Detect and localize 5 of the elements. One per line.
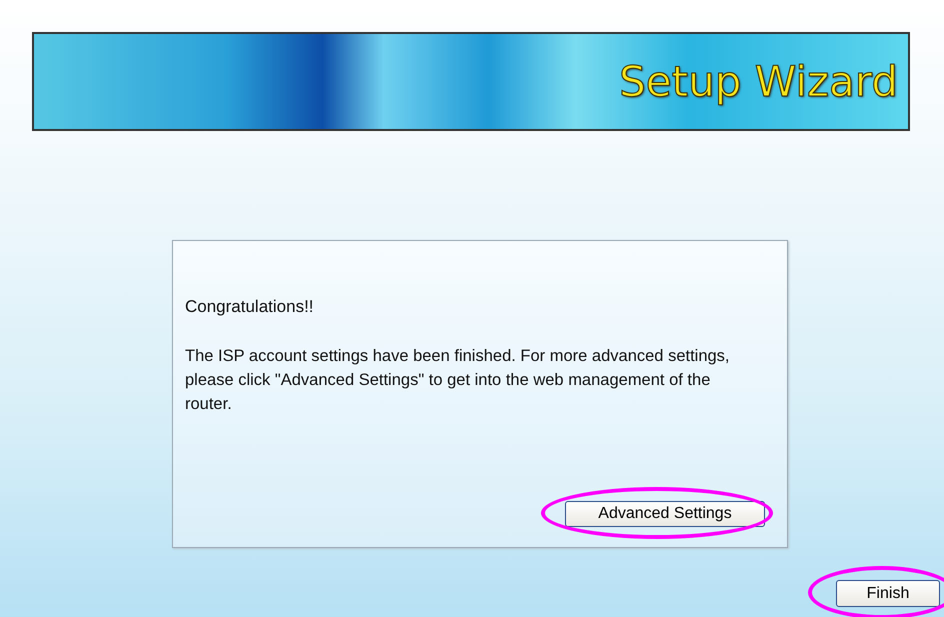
- finish-button[interactable]: Finish: [836, 580, 940, 607]
- advanced-settings-button[interactable]: Advanced Settings: [565, 501, 765, 527]
- heading: Congratulations!!: [185, 296, 315, 318]
- banner-title: Setup Wizard: [619, 57, 898, 106]
- message-text: The ISP account settings have been finished. For more advanced settings, please click "Advanced Settings" to get into the web management of the router.: [185, 346, 731, 415]
